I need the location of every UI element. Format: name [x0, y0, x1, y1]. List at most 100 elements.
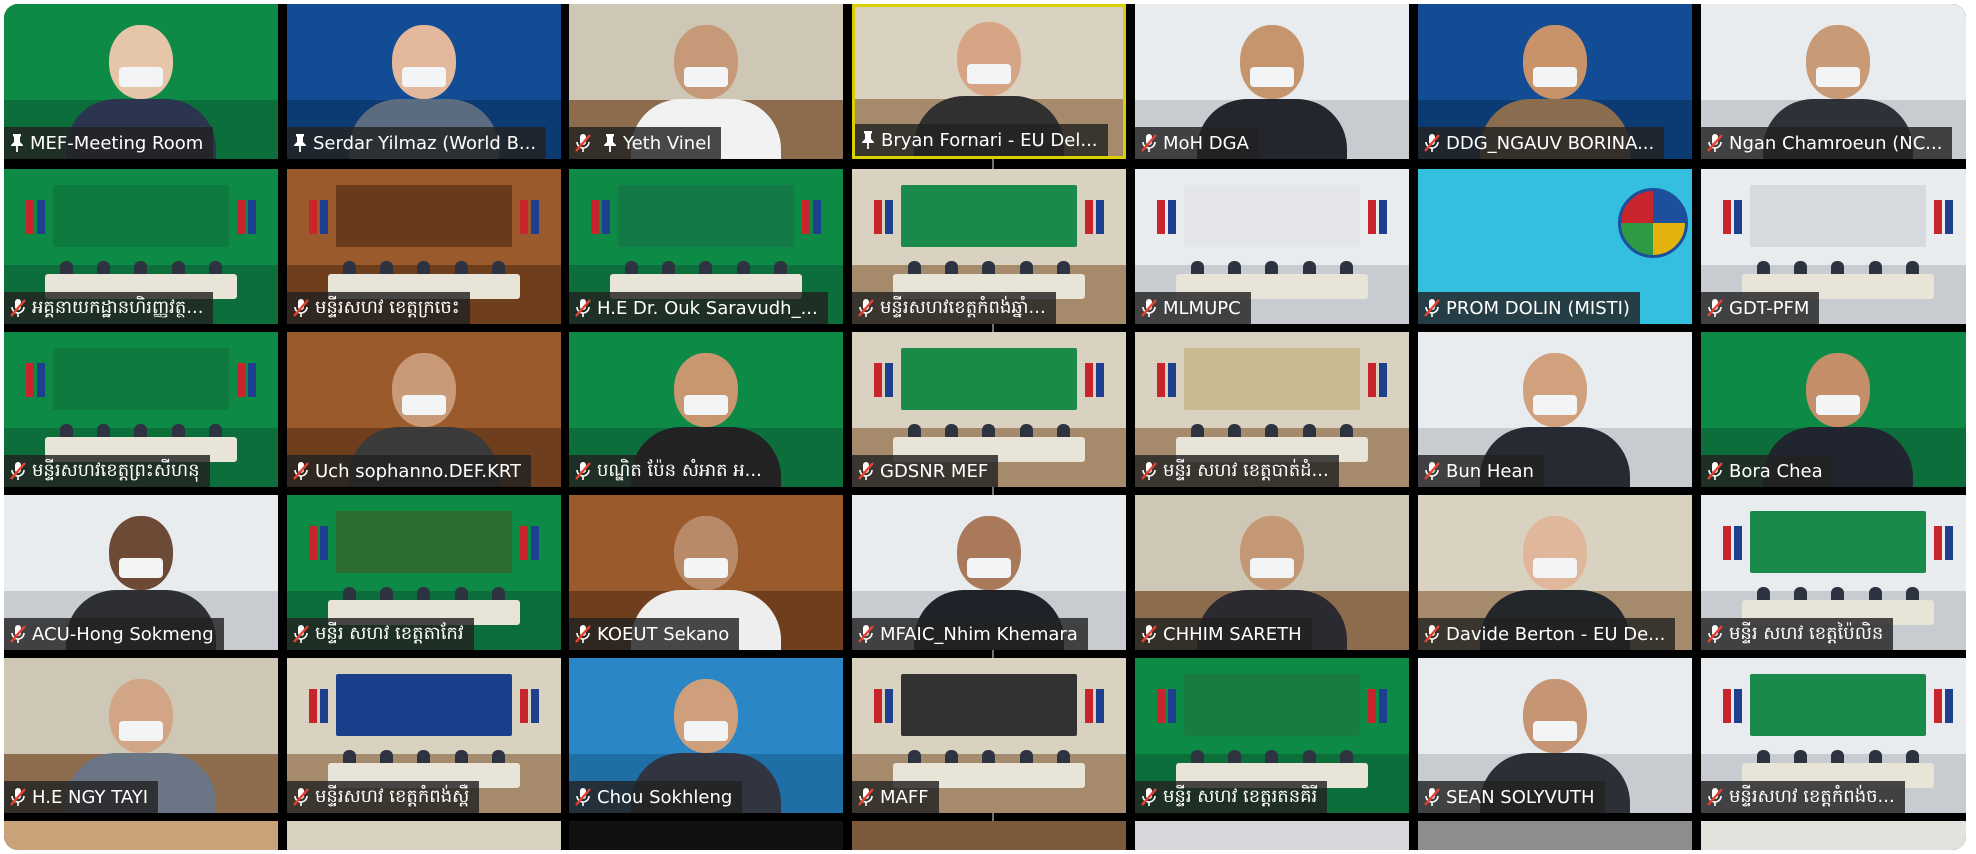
mic-muted-icon — [1701, 292, 1729, 324]
pin-icon — [597, 127, 623, 159]
participant-name: Ngan Chamroeun (NC... — [1729, 132, 1943, 154]
participant-tile[interactable]: MoH DGA — [1135, 4, 1409, 159]
participant-tile[interactable]: Bora Chea — [1701, 332, 1966, 487]
participant-tile[interactable]: មន្ទីរសហវខេត្តកំពង់ឆ្នាំ... — [852, 169, 1126, 324]
mic-muted-icon — [287, 292, 315, 324]
mic-muted-icon — [1135, 618, 1163, 650]
participant-tile-partial[interactable] — [1135, 821, 1409, 850]
participant-name-tag: មន្ទីរសហវខេត្តព្រះសីហនុ — [4, 455, 210, 487]
mic-muted-icon — [569, 455, 597, 487]
mic-muted-icon — [1418, 292, 1446, 324]
participant-name-tag: KOEUT Sekano — [569, 618, 740, 650]
participant-tile-partial[interactable] — [569, 821, 843, 850]
participant-name-tag: Uch sophanno.DEF.KRT — [287, 455, 532, 487]
participant-tile[interactable]: មន្ទីរសហវ ខេត្តកំពង់ស្ពឺ — [287, 658, 561, 813]
mic-muted-icon — [569, 618, 597, 650]
participant-tile[interactable]: មន្ទីរសហវ ខេត្តក្រចេះ — [287, 169, 561, 324]
participant-tile[interactable]: Bun Hean — [1418, 332, 1692, 487]
participant-name-tag: H.E NGY TAYI — [4, 781, 159, 813]
participant-tile[interactable]: MFAIC_Nhim Khemara — [852, 495, 1126, 650]
participant-tile-partial[interactable] — [1418, 821, 1692, 850]
participant-tile[interactable]: MLMUPC — [1135, 169, 1409, 324]
participant-name: បណ្ឌិត ប៉ែន សំអាត អ... — [597, 459, 762, 481]
participant-tile-partial[interactable] — [287, 821, 561, 850]
participant-name-tag: មន្ទីរសហវ ខេត្តក្រចេះ — [287, 292, 470, 324]
pin-icon — [855, 124, 881, 156]
participant-name: PROM DOLIN (MISTI) — [1446, 297, 1630, 319]
participant-name: GDT-PFM — [1729, 297, 1810, 319]
participant-tile[interactable]: GDT-PFM — [1701, 169, 1966, 324]
participant-tile[interactable]: Yeth Vinel — [569, 4, 843, 159]
participant-name-tag: CHHIM SARETH — [1135, 618, 1312, 650]
participant-tile[interactable]: មន្ទីរ សហវ ខេត្តបាត់ដំ... — [1135, 332, 1409, 487]
participant-name-tag: មន្ទីរ សហវ ខេត្តបាត់ដំ... — [1135, 455, 1339, 487]
mic-muted-icon — [4, 455, 32, 487]
mic-muted-icon — [1135, 127, 1163, 159]
participant-tile[interactable]: មន្ទីរ សហវ ខេត្តតាកែវ — [287, 495, 561, 650]
mic-muted-icon — [1418, 618, 1446, 650]
participant-tile-partial[interactable] — [1701, 821, 1966, 850]
participant-tile[interactable]: Serdar Yilmaz (World B... — [287, 4, 561, 159]
participant-tile[interactable]: MAFF — [852, 658, 1126, 813]
participant-tile[interactable]: បណ្ឌិត ប៉ែន សំអាត អ... — [569, 332, 843, 487]
participant-name: H.E NGY TAYI — [32, 786, 149, 808]
participant-tile[interactable]: Chou Sokhleng — [569, 658, 843, 813]
participant-tile-partial[interactable] — [4, 821, 278, 850]
participant-name-tag: បណ្ឌិត ប៉ែន សំអាត អ... — [569, 455, 772, 487]
participant-name-tag: GDSNR MEF — [852, 455, 999, 487]
participant-tile[interactable]: ACU-Hong Sokmeng — [4, 495, 278, 650]
participant-name-tag: Serdar Yilmaz (World B... — [287, 127, 547, 159]
participant-name: MFAIC_Nhim Khemara — [880, 623, 1078, 645]
participant-tile[interactable]: DDG_NGAUV BORINA... — [1418, 4, 1692, 159]
participant-name-tag: MLMUPC — [1135, 292, 1251, 324]
participant-name-tag: GDT-PFM — [1701, 292, 1820, 324]
participant-name: SEAN SOLYVUTH — [1446, 786, 1595, 808]
participant-name: មន្ទីរសហវ ខេត្តកំពង់ស្ពឺ — [315, 785, 470, 807]
participant-name-tag: អគ្គនាយកដ្ឋានហិរញ្ញវត្ថ... — [4, 292, 214, 324]
participant-name: អគ្គនាយកដ្ឋានហិរញ្ញវត្ថ... — [32, 296, 204, 318]
participant-name: Bora Chea — [1729, 460, 1823, 482]
participant-tile[interactable]: CHHIM SARETH — [1135, 495, 1409, 650]
participant-tile[interactable]: មន្ទីរសហវ ខេត្តកំពង់ច... — [1701, 658, 1966, 813]
video-grid: MEF-Meeting Room Serdar Yilmaz (World B..… — [4, 4, 1966, 850]
participant-name-tag: MoH DGA — [1135, 127, 1259, 159]
participant-tile[interactable]: Ngan Chamroeun (NC... — [1701, 4, 1966, 159]
participant-name-tag: Davide Berton - EU De... — [1418, 618, 1676, 650]
participant-tile[interactable]: SEAN SOLYVUTH — [1418, 658, 1692, 813]
participant-tile[interactable]: MEF-Meeting Room — [4, 4, 278, 159]
mic-muted-icon — [1701, 455, 1729, 487]
participant-name: Davide Berton - EU De... — [1446, 623, 1666, 645]
mic-muted-icon — [4, 292, 32, 324]
mic-muted-icon — [569, 781, 597, 813]
mic-muted-icon — [569, 292, 597, 324]
participant-tile[interactable]: មន្ទីរសហវខេត្តព្រះសីហនុ — [4, 332, 278, 487]
participant-name: មន្ទីរសហវ ខេត្តក្រចេះ — [315, 296, 460, 318]
participant-tile[interactable]: Davide Berton - EU De... — [1418, 495, 1692, 650]
participant-name: Chou Sokhleng — [597, 786, 733, 808]
participant-name: MEF-Meeting Room — [30, 132, 204, 154]
participant-name: មន្ទីរ សហវ ខេត្តបាត់ដំ... — [1163, 459, 1329, 481]
participant-tile[interactable]: H.E Dr. Ouk Saravudh_... — [569, 169, 843, 324]
participant-tile[interactable]: អគ្គនាយកដ្ឋានហិរញ្ញវត្ថ... — [4, 169, 278, 324]
participant-tile[interactable]: មន្ទីរ សហវ ខេត្តរតនគិរី — [1135, 658, 1409, 813]
participant-tile[interactable]: H.E NGY TAYI — [4, 658, 278, 813]
participant-name-tag: Bryan Fornari - EU Del... — [855, 124, 1108, 156]
participant-name: DDG_NGAUV BORINA... — [1446, 132, 1655, 154]
participant-tile[interactable]: KOEUT Sekano — [569, 495, 843, 650]
mic-muted-icon — [852, 292, 880, 324]
participant-tile[interactable]: GDSNR MEF — [852, 332, 1126, 487]
participant-name: Yeth Vinel — [623, 132, 712, 154]
participant-tile-partial[interactable] — [852, 821, 1126, 850]
participant-tile[interactable]: PROM DOLIN (MISTI) — [1418, 169, 1692, 324]
participant-name-tag: DDG_NGAUV BORINA... — [1418, 127, 1665, 159]
pin-icon — [4, 127, 30, 159]
participant-tile[interactable]: មន្ទីរ សហវ ខេត្តប៉ៃលិន — [1701, 495, 1966, 650]
participant-name-tag: MEF-Meeting Room — [4, 127, 214, 159]
participant-tile[interactable]: Uch sophanno.DEF.KRT — [287, 332, 561, 487]
participant-name: មន្ទីរសហវខេត្តព្រះសីហនុ — [32, 459, 200, 481]
participant-tile[interactable]: Bryan Fornari - EU Del... — [852, 4, 1126, 159]
participant-name-tag: មន្ទីរសហវ ខេត្តកំពង់ស្ពឺ — [287, 781, 480, 813]
mic-muted-icon — [4, 781, 32, 813]
participant-name-tag: PROM DOLIN (MISTI) — [1418, 292, 1640, 324]
participant-name: មន្ទីរសហវខេត្តកំពង់ឆ្នាំ... — [880, 296, 1046, 318]
